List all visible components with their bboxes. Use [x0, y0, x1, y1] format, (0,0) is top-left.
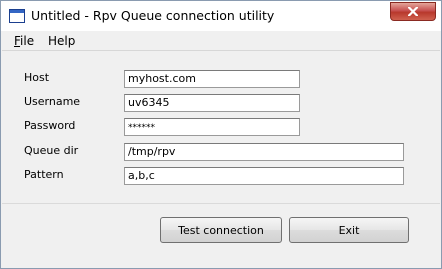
menu-file-label: ile: [20, 34, 35, 48]
exit-button[interactable]: Exit: [289, 217, 409, 243]
password-label: Password: [24, 119, 76, 132]
menu-file[interactable]: File: [14, 34, 34, 48]
window-icon: [9, 9, 25, 23]
menu-help[interactable]: Help: [48, 34, 75, 48]
queue-dir-field[interactable]: /tmp/rpv: [124, 143, 404, 161]
queue-dir-label: Queue dir: [24, 144, 79, 157]
close-button[interactable]: [390, 2, 436, 21]
username-label: Username: [24, 95, 81, 108]
pattern-field[interactable]: a,b,c: [124, 167, 404, 185]
menu-bar: File Help: [2, 31, 440, 51]
menu-help-label: Help: [48, 34, 76, 48]
main-window: Untitled - Rpv Queue connection utility …: [0, 0, 442, 269]
host-label: Host: [24, 71, 50, 84]
window-title: Untitled - Rpv Queue connection utility: [31, 8, 275, 23]
host-field[interactable]: myhost.com: [124, 70, 300, 88]
connection-form: Host myhost.com Username uv6345 Password…: [2, 52, 440, 202]
pattern-label: Pattern: [24, 168, 64, 181]
username-field[interactable]: uv6345: [124, 94, 300, 112]
button-bar: Test connection Exit: [2, 204, 440, 268]
password-field[interactable]: ******: [124, 118, 300, 136]
test-connection-button[interactable]: Test connection: [160, 217, 282, 243]
close-icon: [408, 7, 418, 16]
title-bar[interactable]: Untitled - Rpv Queue connection utility: [1, 1, 441, 31]
